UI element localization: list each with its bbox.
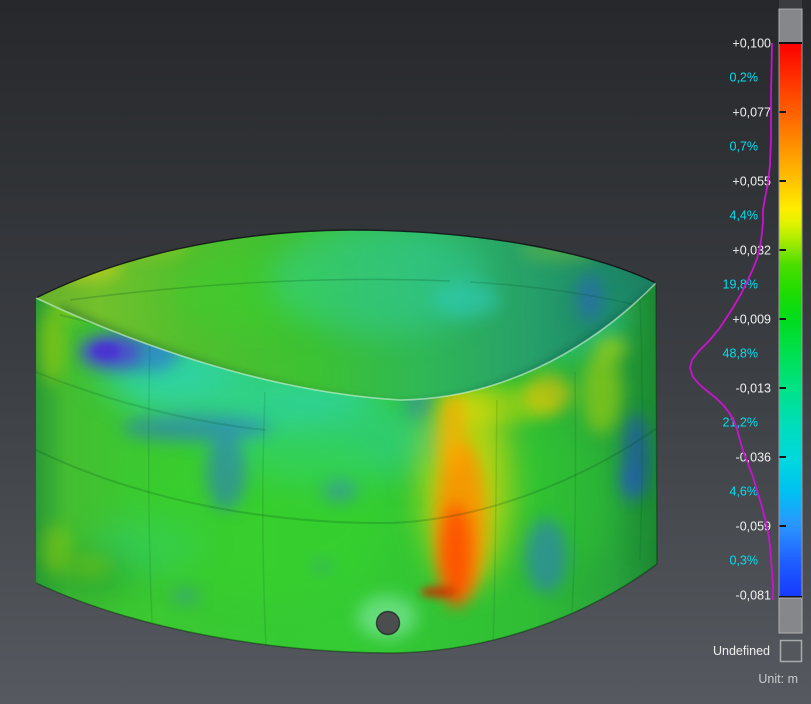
scene-canvas[interactable]: +0,100 +0,077 +0,055 +0,032 +0,009 -0,013 -0,0… (0, 0, 811, 704)
scale-value-label: +0,077 (732, 106, 771, 120)
scale-percent-label: 21,2% (723, 416, 758, 430)
scale-tick (780, 456, 787, 458)
legend-max-line (779, 42, 802, 44)
scale-percent-label: 0,3% (730, 554, 759, 568)
inspection-3d-viewport[interactable]: +0,100 +0,077 +0,055 +0,032 +0,009 -0,013 -0,0… (0, 0, 811, 704)
legend-color-bar[interactable] (779, 43, 802, 598)
scale-tick (780, 318, 787, 320)
scale-value-label: -0,081 (736, 589, 771, 603)
scale-tick (780, 111, 787, 113)
legend-top-stub (779, 0, 802, 8)
scale-tick (780, 387, 787, 389)
scale-tick (780, 180, 787, 182)
undefined-label: Undefined (713, 644, 770, 658)
tank-right-edge (656, 283, 657, 564)
legend-cap-below-min[interactable] (779, 598, 802, 633)
scale-value-label: -0,036 (736, 451, 771, 465)
scale-tick (780, 525, 787, 527)
scale-value-label: +0,055 (732, 175, 771, 189)
scale-percent-label: 48,8% (723, 347, 758, 361)
scale-percent-label: 19,8% (723, 278, 758, 292)
scale-value-label: +0,009 (732, 313, 771, 327)
scale-percent-label: 0,2% (730, 71, 759, 85)
tank-model[interactable] (25, 225, 667, 653)
scale-percent-label: 4,4% (730, 209, 759, 223)
scale-value-label: +0,032 (732, 244, 771, 258)
scale-value-label: +0,100 (732, 37, 771, 51)
unit-label: Unit: m (758, 672, 798, 686)
scale-tick (780, 249, 787, 251)
undefined-color-swatch[interactable] (781, 641, 802, 662)
tank-port-hole (377, 612, 400, 635)
scale-percent-label: 4,6% (730, 485, 759, 499)
scale-value-label: -0,013 (736, 382, 771, 396)
scale-percent-label: 0,7% (730, 140, 759, 154)
legend-cap-above-max[interactable] (779, 9, 802, 43)
